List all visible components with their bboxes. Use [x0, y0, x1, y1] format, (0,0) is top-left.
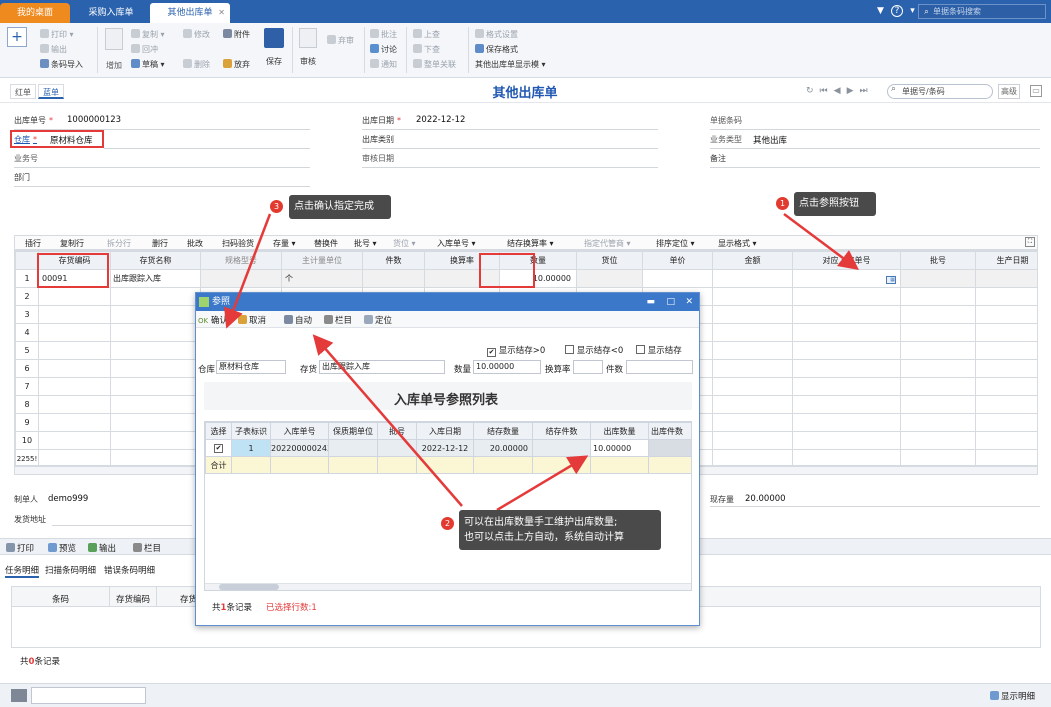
annotation-badge-2: 2 — [441, 517, 454, 530]
arrow-to-confirm — [224, 213, 272, 329]
arrow-to-out-qty — [496, 455, 589, 512]
annotation-badge-1: 1 — [776, 197, 789, 210]
annotation-badge-3: 3 — [270, 200, 283, 213]
annotation-arrows — [224, 212, 860, 512]
annotation-1: 点击参照按钮 — [794, 192, 876, 216]
annotation-2: 可以在出库数量手工维护出库数量; 也可以点击上方自动，系统自动计算 — [459, 510, 661, 550]
arrow-to-auto — [312, 334, 463, 507]
arrow-to-reference — [783, 212, 860, 270]
annotation-3: 点击确认指定完成 — [289, 195, 391, 219]
